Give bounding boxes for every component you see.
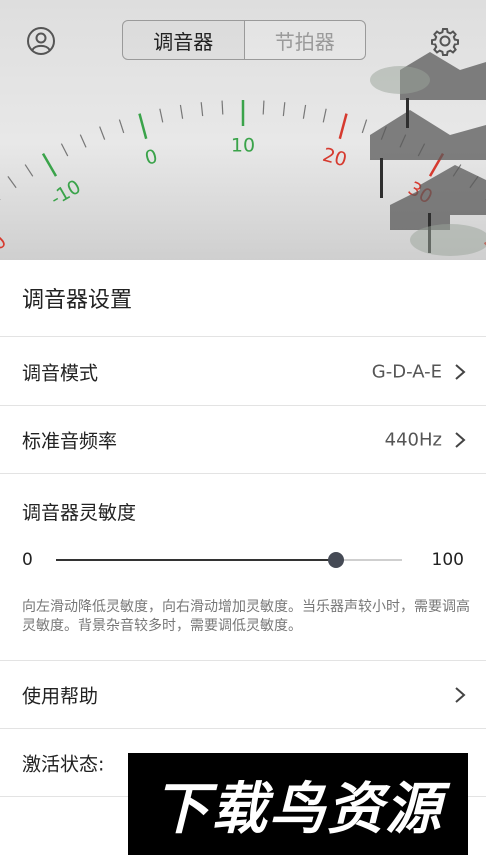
dial-major-tick — [41, 152, 58, 177]
divider — [0, 728, 486, 729]
dial-minor-tick — [302, 104, 307, 119]
dial-minor-tick — [200, 102, 204, 117]
sensitivity-hint: 向左滑动降低灵敏度，向右滑动增加灵敏度。当乐器声较小时，需要调高灵敏度。背景杂音… — [22, 599, 470, 634]
dial-minor-tick — [282, 102, 286, 117]
profile-button[interactable] — [26, 26, 56, 56]
tuner-header: -20-10010203040 调音器 节拍器 — [0, 0, 486, 260]
chevron-right-icon — [455, 432, 466, 448]
dial-minor-tick — [159, 108, 164, 123]
divider — [0, 660, 486, 661]
dial-minor-tick — [179, 104, 184, 119]
activation-label: 激活状态: — [22, 753, 105, 776]
dial-minor-tick — [99, 126, 106, 140]
dial-minor-tick — [322, 108, 327, 123]
dial-major-tick — [138, 113, 148, 140]
help-label: 使用帮助 — [22, 685, 99, 708]
tuning-mode-label: 调音模式 — [22, 362, 99, 385]
divider — [0, 336, 486, 337]
slider-fill — [56, 559, 337, 561]
dial-minor-tick — [221, 100, 224, 115]
sensitivity-label: 调音器灵敏度 — [22, 502, 137, 524]
dial-minor-tick — [60, 143, 69, 157]
mode-switch: 调音器 节拍器 — [122, 20, 366, 60]
standard-frequency-label: 标准音频率 — [22, 430, 118, 453]
chevron-right-icon — [455, 364, 466, 380]
divider — [0, 473, 486, 474]
dial-minor-tick — [118, 119, 125, 134]
sheet-title: 调音器设置 — [22, 288, 133, 313]
help-row[interactable]: 使用帮助 — [0, 662, 486, 728]
scenery-illustration — [370, 52, 486, 256]
dial-label: 0 — [143, 145, 160, 169]
dial-label: -10 — [47, 176, 85, 211]
dial-minor-tick — [79, 134, 87, 148]
divider — [0, 405, 486, 406]
settings-button[interactable] — [430, 26, 460, 56]
watermark-text: 下载鸟资源 — [153, 776, 443, 842]
slider-max-label: 100 — [431, 550, 464, 570]
user-icon — [27, 27, 55, 55]
dial-minor-tick — [262, 100, 265, 115]
tuning-mode-row[interactable]: 调音模式 G-D-A-E — [0, 339, 486, 405]
tab-tuner[interactable]: 调音器 — [123, 21, 244, 59]
slider-min-label: 0 — [22, 550, 33, 570]
tab-metronome[interactable]: 节拍器 — [243, 21, 366, 59]
dial-minor-tick — [24, 164, 34, 177]
dial-minor-tick — [7, 176, 17, 189]
slider-thumb[interactable] — [328, 552, 345, 568]
watermark-banner: 下载鸟资源 — [128, 753, 468, 855]
standard-frequency-row[interactable]: 标准音频率 440Hz — [0, 407, 486, 473]
dial-label: -20 — [0, 231, 11, 260]
dial-major-tick — [338, 113, 348, 140]
standard-frequency-value: 440Hz — [384, 429, 442, 451]
tuning-mode-value: G-D-A-E — [371, 361, 442, 383]
dial-label: 20 — [320, 144, 349, 172]
dial-label: 10 — [231, 135, 255, 157]
sensitivity-slider[interactable] — [56, 552, 402, 568]
gear-icon — [431, 28, 459, 56]
chevron-right-icon — [455, 687, 466, 703]
